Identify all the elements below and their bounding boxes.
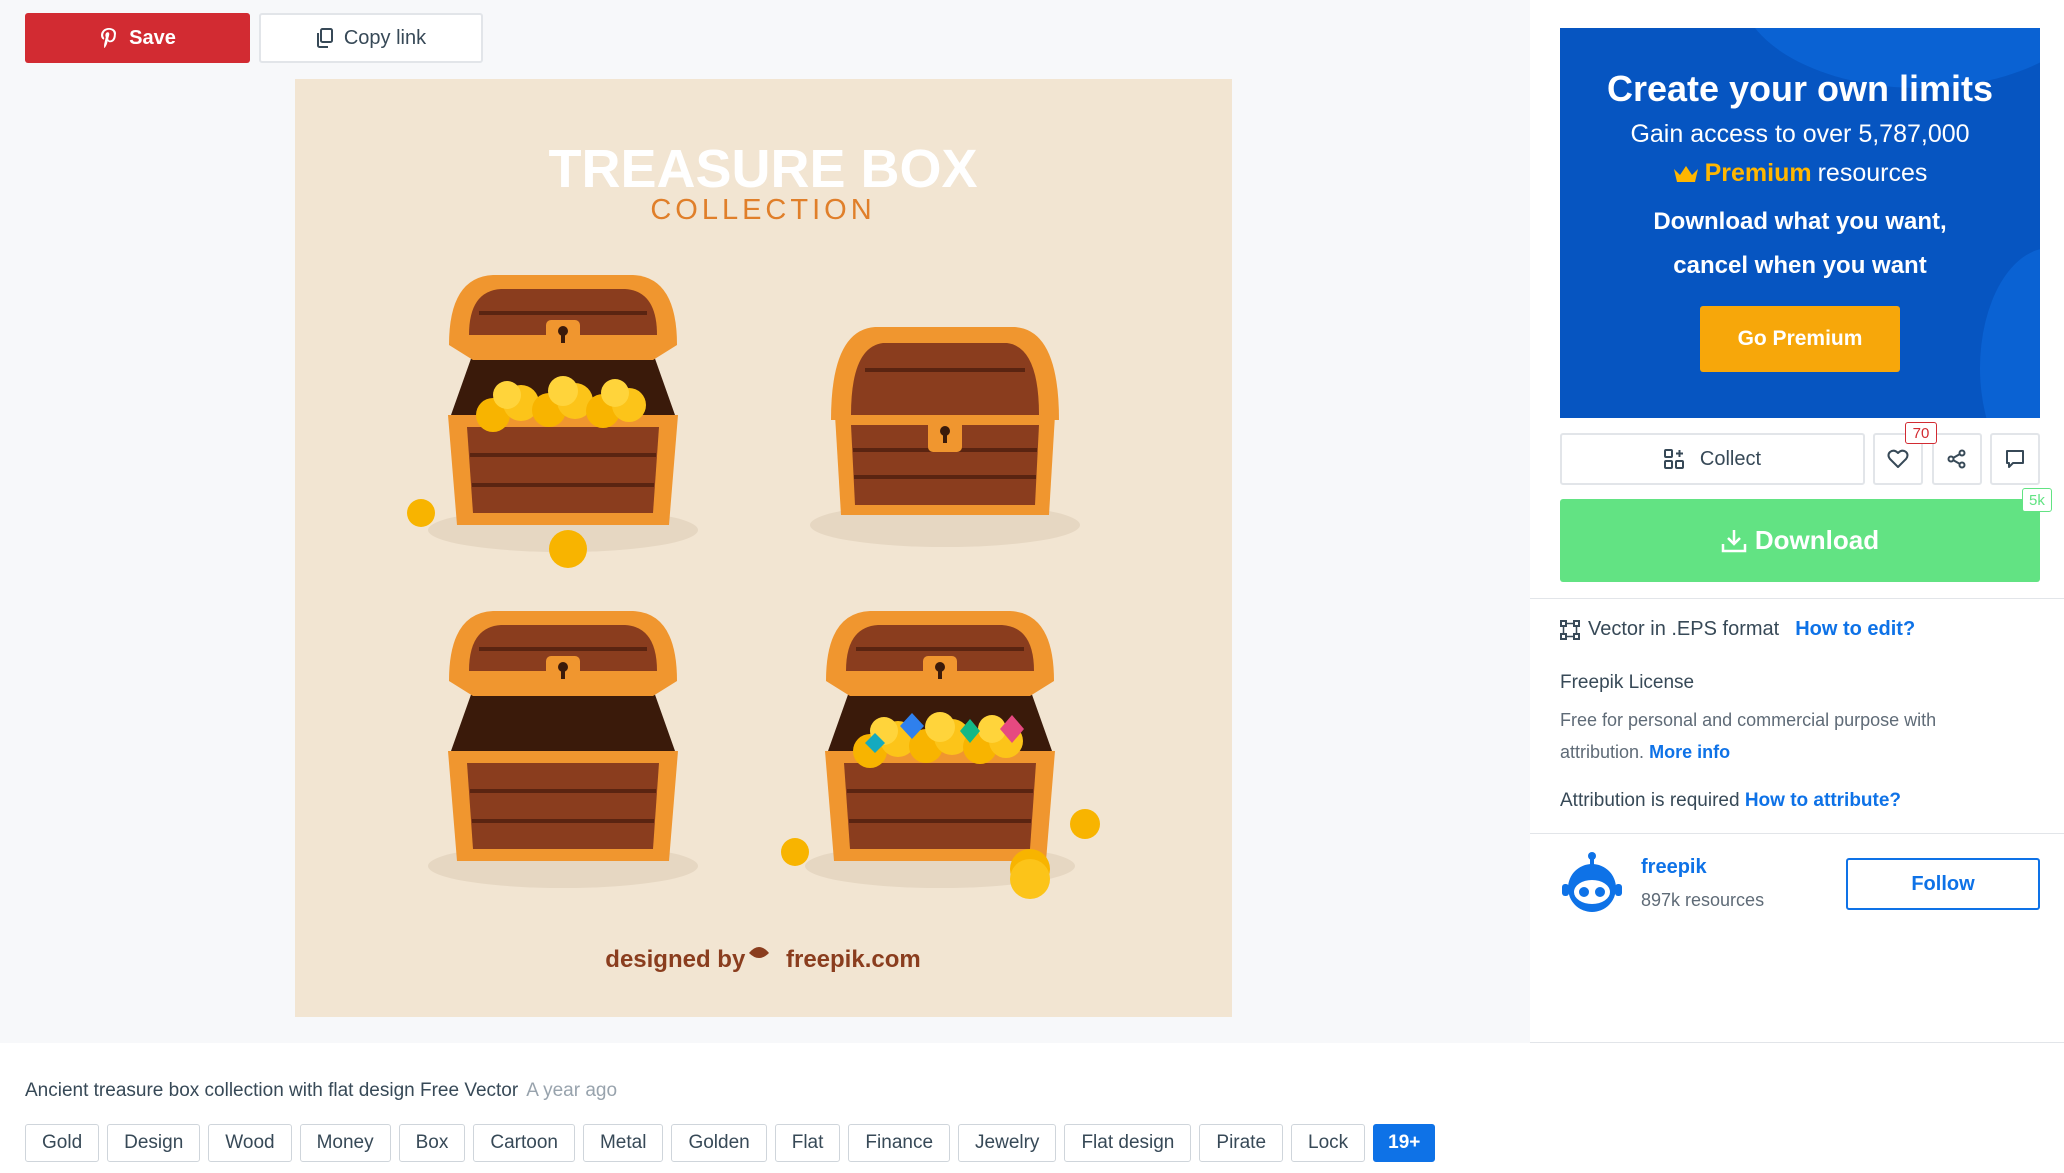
- chest-open-empty: [426, 609, 700, 890]
- comment-button[interactable]: [1990, 433, 2040, 485]
- more-info-link[interactable]: More info: [1649, 742, 1730, 762]
- comment-icon: [2006, 450, 2024, 468]
- like-count-badge: 70: [1905, 422, 1937, 444]
- save-button[interactable]: Save: [25, 13, 250, 63]
- format-text: Vector in .EPS format: [1588, 618, 1780, 640]
- promo-title: Create your own limits: [1606, 68, 1994, 109]
- action-bar: Collect: [1560, 433, 2040, 485]
- promo-download-line: Download what you want,: [1653, 208, 1947, 235]
- promo-premium-word: Premium: [1704, 159, 1812, 187]
- crown-icon: [1673, 165, 1698, 182]
- resource-time: A year ago: [526, 1080, 618, 1101]
- license-desc-text: Free for personal and commercial purpose…: [1560, 710, 1937, 762]
- tag-lock[interactable]: Lock: [1291, 1124, 1366, 1162]
- tag-flat-design[interactable]: Flat design: [1064, 1124, 1192, 1162]
- sidebar: Create your own limits Gain access to ov…: [1530, 0, 2064, 1043]
- download-label: Download: [1754, 525, 1880, 555]
- save-label: Save: [129, 26, 176, 49]
- treasure-box-illustration: TREASURE BOX COLLECTION designed by free…: [407, 139, 1100, 973]
- preview-area: Save Copy link TREASURE BOX COLLECTION d…: [0, 0, 1530, 1043]
- author-name[interactable]: freepik: [1641, 856, 1707, 879]
- author-card: freepik 897k resources Follow: [1560, 852, 2040, 932]
- tag-finance[interactable]: Finance: [848, 1124, 951, 1162]
- chest-closed: [808, 325, 1082, 549]
- download-button[interactable]: Download: [1560, 499, 2040, 582]
- divider: [1530, 833, 2064, 834]
- tag-design[interactable]: Design: [107, 1124, 201, 1162]
- promo-premium: Premium resources: [1560, 159, 2040, 188]
- promo-line: Gain access to over 5,787,000: [1630, 120, 1970, 148]
- tags-more-button[interactable]: 19+: [1373, 1124, 1436, 1162]
- preview-credit-site: freepik.com: [786, 946, 921, 973]
- tag-box[interactable]: Box: [398, 1124, 466, 1162]
- collect-button[interactable]: Collect: [1560, 433, 1865, 485]
- tag-jewelry[interactable]: Jewelry: [958, 1124, 1057, 1162]
- copy-link-label: Copy link: [343, 26, 427, 49]
- chest-open-gold: [426, 273, 700, 554]
- tag-golden[interactable]: Golden: [671, 1124, 767, 1162]
- preview-subheading: COLLECTION: [650, 194, 875, 226]
- tag-flat[interactable]: Flat: [774, 1124, 841, 1162]
- go-premium-button[interactable]: Go Premium: [1700, 306, 1900, 372]
- tag-list: Gold Design Wood Money Box Cartoon Metal Golden…: [25, 1124, 1436, 1162]
- collect-label: Collect: [1699, 447, 1762, 470]
- heart-icon: [1887, 449, 1909, 468]
- license-title: Freepik License: [1560, 672, 1695, 693]
- tag-cartoon[interactable]: Cartoon: [473, 1124, 575, 1162]
- download-count-badge: 5k: [2022, 488, 2052, 512]
- preview-heading: TREASURE BOX: [548, 139, 977, 199]
- tag-money[interactable]: Money: [299, 1124, 391, 1162]
- resource-title-text: Ancient treasure box collection with fla…: [25, 1080, 519, 1101]
- copy-link-button[interactable]: Copy link: [259, 13, 483, 63]
- tag-gold[interactable]: Gold: [25, 1124, 100, 1162]
- tag-pirate[interactable]: Pirate: [1199, 1124, 1284, 1162]
- pinterest-icon: [101, 28, 117, 48]
- download-icon: [1721, 529, 1747, 552]
- tag-wood[interactable]: Wood: [208, 1124, 292, 1162]
- collect-icon: [1663, 449, 1684, 469]
- how-to-attribute-link[interactable]: How to attribute?: [1745, 790, 1901, 811]
- license-description: Free for personal and commercial purpose…: [1560, 704, 2000, 768]
- attribution-row: Attribution is required How to attribute…: [1560, 790, 1901, 812]
- resource-preview-image[interactable]: TREASURE BOX COLLECTION designed by free…: [295, 79, 1232, 1017]
- promo-cancel-line: cancel when you want: [1673, 252, 1927, 279]
- vector-format-icon: [1560, 619, 1580, 640]
- promo-premium-rest: resources: [1817, 159, 1928, 187]
- format-info: Vector in .EPS format How to edit?: [1560, 618, 1915, 641]
- attribution-text: Attribution is required: [1560, 790, 1740, 811]
- resource-title: Ancient treasure box collection with fla…: [25, 1080, 617, 1102]
- freepik-logo-icon: [749, 947, 769, 958]
- preview-credit-prefix: designed by: [605, 946, 746, 973]
- copy-icon: [316, 28, 333, 48]
- author-resources: 897k resources: [1641, 890, 1765, 910]
- follow-button[interactable]: Follow: [1846, 858, 2040, 910]
- tag-metal[interactable]: Metal: [582, 1124, 664, 1162]
- share-button[interactable]: [1932, 433, 1982, 485]
- divider: [1530, 598, 2064, 599]
- chest-open-jewels: [803, 609, 1077, 890]
- premium-banner: Create your own limits Gain access to ov…: [1560, 28, 2040, 418]
- how-to-edit-link[interactable]: How to edit?: [1795, 618, 1915, 641]
- share-icon: [1947, 449, 1966, 469]
- avatar[interactable]: [1560, 852, 1624, 916]
